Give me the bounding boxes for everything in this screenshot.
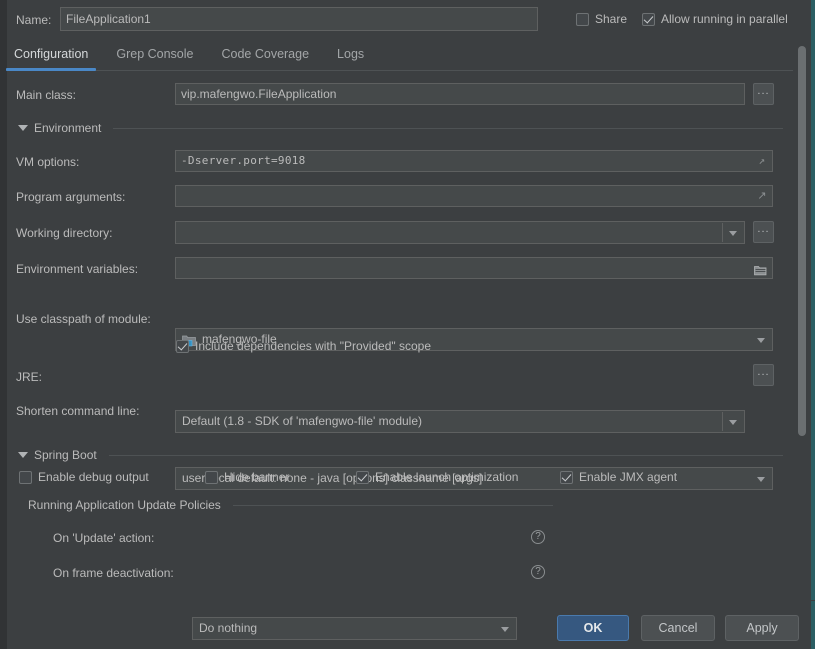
update-policies-group-header: Running Application Update Policies (28, 498, 553, 512)
left-rail (0, 0, 7, 649)
combo-separator (722, 412, 723, 431)
vm-options-label: VM options: (16, 155, 80, 169)
chevron-down-icon[interactable] (757, 337, 765, 343)
ok-button[interactable]: OK (557, 615, 629, 641)
main-class-input[interactable]: vip.mafengwo.FileApplication (175, 83, 745, 105)
environment-section-title: Environment (34, 121, 102, 135)
tab-grep-console[interactable]: Grep Console (102, 44, 207, 67)
on-update-action-label: On 'Update' action: (53, 531, 155, 545)
vm-options-value: -Dserver.port=9018 (181, 154, 306, 167)
enable-debug-output-box[interactable] (19, 470, 32, 484)
hide-banner-label: Hide banner (224, 470, 290, 484)
name-input[interactable]: FileApplication1 (60, 7, 538, 31)
collapse-triangle-icon[interactable] (18, 125, 28, 131)
expand-editor-icon[interactable]: ↗ (756, 190, 768, 202)
run-configuration-dialog: Name: FileApplication1 Share Allow runni… (0, 0, 815, 649)
enable-launch-optimization-label: Enable launch optimization (375, 470, 519, 484)
apply-button[interactable]: Apply (725, 615, 799, 641)
jre-combo[interactable]: Default (1.8 - SDK of 'mafengwo-file' mo… (175, 410, 745, 433)
allow-parallel-checkbox-box[interactable] (642, 12, 655, 26)
environment-variables-input[interactable] (175, 257, 773, 279)
tab-bar: Configuration Grep Console Code Coverage… (0, 44, 793, 71)
chevron-down-icon[interactable] (501, 626, 509, 632)
include-provided-scope-box[interactable] (176, 339, 189, 353)
tab-configuration[interactable]: Configuration (0, 44, 102, 71)
main-class-browse-button[interactable]: ... (753, 83, 774, 105)
jre-value: Default (1.8 - SDK of 'mafengwo-file' mo… (182, 414, 423, 428)
collapse-triangle-icon[interactable] (18, 452, 28, 458)
spring-boot-section-title: Spring Boot (34, 448, 97, 462)
hide-banner-box[interactable] (205, 470, 218, 484)
on-frame-deactivation-help-icon[interactable]: ? (531, 565, 545, 579)
chevron-down-icon[interactable] (729, 230, 737, 236)
enable-debug-output-label: Enable debug output (38, 470, 149, 484)
program-arguments-label: Program arguments: (16, 190, 126, 204)
working-directory-browse-button[interactable]: ... (753, 221, 774, 243)
enable-jmx-agent-label: Enable JMX agent (579, 470, 678, 484)
vm-options-input[interactable]: -Dserver.port=9018 ↗ (175, 150, 773, 172)
enable-launch-optimization-checkbox[interactable]: Enable launch optimization (356, 470, 518, 484)
allow-parallel-checkbox-label: Allow running in parallel (661, 12, 788, 26)
spring-boot-section-header[interactable]: Spring Boot (18, 448, 783, 462)
use-classpath-label: Use classpath of module: (16, 312, 151, 326)
environment-variables-label: Environment variables: (16, 262, 139, 276)
section-divider (232, 504, 553, 506)
on-frame-deactivation-label: On frame deactivation: (53, 566, 174, 580)
hide-banner-checkbox[interactable]: Hide banner (205, 470, 289, 484)
on-update-action-combo[interactable]: Do nothing (192, 617, 517, 640)
working-directory-input[interactable] (175, 221, 745, 244)
share-checkbox[interactable]: Share (576, 12, 627, 26)
name-label: Name: (16, 13, 52, 27)
button-bar-divider (7, 600, 815, 601)
combo-separator (722, 223, 723, 242)
tab-logs[interactable]: Logs (323, 44, 378, 67)
share-checkbox-label: Share (595, 12, 628, 26)
share-checkbox-box[interactable] (576, 12, 589, 26)
include-provided-scope-checkbox[interactable]: Include dependencies with "Provided" sco… (176, 339, 431, 353)
update-policies-title: Running Application Update Policies (28, 498, 221, 512)
section-divider (108, 454, 783, 456)
expand-editor-icon[interactable]: ↗ (756, 155, 768, 167)
tab-code-coverage[interactable]: Code Coverage (207, 44, 323, 67)
browse-folder-icon[interactable] (754, 262, 767, 276)
allow-parallel-checkbox[interactable]: Allow running in parallel (642, 12, 788, 26)
jre-browse-button[interactable]: ... (753, 364, 774, 386)
shorten-command-line-label: Shorten command line: (16, 404, 140, 418)
chevron-down-icon[interactable] (729, 419, 737, 425)
cancel-button[interactable]: Cancel (641, 615, 715, 641)
environment-section-header[interactable]: Environment (18, 121, 783, 135)
jre-label: JRE: (16, 370, 43, 384)
working-directory-label: Working directory: (16, 226, 113, 240)
enable-jmx-agent-box[interactable] (560, 470, 573, 484)
right-edge-accent (811, 0, 815, 649)
enable-launch-optimization-box[interactable] (356, 470, 369, 484)
include-provided-scope-label: Include dependencies with "Provided" sco… (195, 339, 432, 353)
main-class-label: Main class: (16, 88, 77, 102)
enable-debug-output-checkbox[interactable]: Enable debug output (19, 470, 149, 484)
enable-jmx-agent-checkbox[interactable]: Enable JMX agent (560, 470, 677, 484)
program-arguments-input[interactable]: ↗ (175, 185, 773, 207)
chevron-down-icon[interactable] (757, 476, 765, 482)
content-scrollbar-thumb[interactable] (798, 46, 806, 436)
on-update-action-help-icon[interactable]: ? (531, 530, 545, 544)
section-divider (113, 127, 783, 129)
